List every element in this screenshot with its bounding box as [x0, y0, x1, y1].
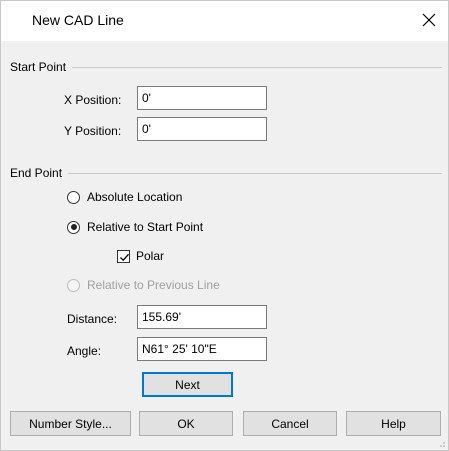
help-button[interactable]: Help [346, 411, 441, 436]
radio-button[interactable] [67, 190, 80, 204]
close-button[interactable] [414, 5, 444, 35]
x-position-input[interactable]: 0' [137, 86, 267, 110]
y-position-label: Y Position: [64, 124, 122, 138]
angle-input[interactable]: N61° 25' 10"E [137, 337, 267, 361]
radio-relative-to-previous-line: Relative to Previous Line [67, 278, 220, 292]
title-bar[interactable]: New CAD Line [1, 1, 448, 41]
start-point-group-label: Start Point [10, 60, 73, 74]
next-button[interactable]: Next [142, 372, 233, 397]
x-position-label: X Position: [64, 93, 122, 107]
radio-absolute-location[interactable]: Absolute Location [67, 190, 182, 204]
radio-button [67, 278, 80, 292]
polar-label: Polar [136, 249, 165, 263]
angle-label: Angle: [67, 344, 102, 358]
radio-label: Relative to Start Point [87, 220, 204, 234]
number-style-button[interactable]: Number Style... [10, 411, 131, 436]
radio-label: Absolute Location [87, 190, 183, 204]
radio-label: Relative to Previous Line [87, 278, 220, 292]
close-icon [422, 13, 436, 27]
start-point-group-divider [10, 67, 442, 68]
y-position-input[interactable]: 0' [137, 117, 267, 141]
resize-grip-icon[interactable] [436, 438, 446, 448]
window-title: New CAD Line [32, 12, 124, 28]
end-point-group-divider [10, 173, 442, 174]
checkmark-icon [120, 253, 129, 261]
radio-relative-to-start-point[interactable]: Relative to Start Point [67, 220, 203, 234]
polar-checkbox[interactable] [117, 249, 130, 263]
distance-input[interactable]: 155.69' [137, 305, 267, 329]
ok-button[interactable]: OK [139, 411, 233, 436]
radio-button[interactable] [67, 220, 80, 234]
distance-label: Distance: [67, 312, 118, 326]
new-cad-line-dialog: New CAD Line Start Point X Position: 0' … [0, 0, 449, 451]
cancel-button[interactable]: Cancel [243, 411, 337, 436]
end-point-group-label: End Point [10, 166, 69, 180]
polar-checkbox-row[interactable]: Polar [117, 249, 164, 263]
